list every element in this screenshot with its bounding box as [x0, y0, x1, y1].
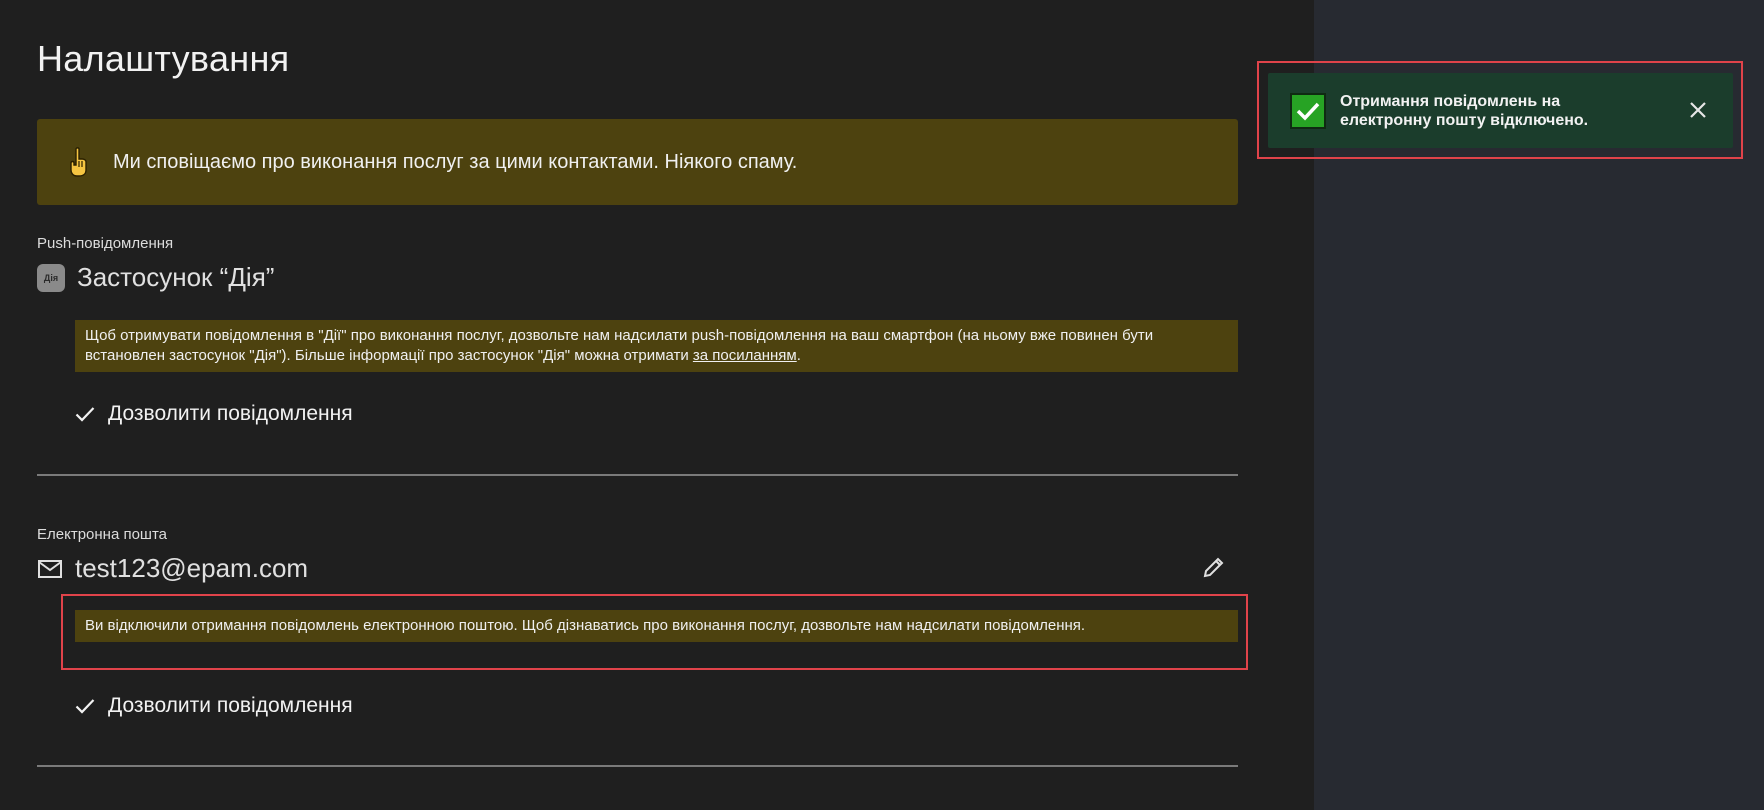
diia-app-icon: Дія [37, 263, 65, 292]
info-banner: Ми сповіщаємо про виконання послуг за ци… [37, 119, 1238, 205]
section-divider [37, 474, 1238, 476]
page-title: Налаштування [37, 38, 290, 79]
toast-message: Отримання повідомлень на електронну пошт… [1340, 92, 1589, 129]
email-section-title: test123@epam.com [37, 553, 308, 584]
push-allow-button[interactable]: Дозволити повідомлення [75, 402, 353, 426]
section-divider [37, 765, 1238, 767]
pointing-hand-icon [70, 147, 87, 177]
diia-app-title: Застосунок “Дія” [77, 262, 275, 292]
check-icon [75, 407, 95, 422]
edit-pencil-icon[interactable] [1201, 554, 1227, 580]
success-check-icon [1290, 92, 1326, 129]
push-section-label: Push-повідомлення [37, 235, 174, 252]
email-note: Ви відключили отримання повідомлень елек… [75, 610, 1238, 642]
push-note-end: . [796, 347, 801, 364]
banner-text: Ми сповіщаємо про виконання послуг за ци… [113, 150, 798, 173]
mail-icon [38, 559, 62, 578]
push-note: Щоб отримувати повідомлення в "Дії" про … [75, 320, 1238, 372]
email-allow-button[interactable]: Дозволити повідомлення [75, 694, 353, 718]
success-toast: Отримання повідомлень на електронну пошт… [1268, 73, 1733, 148]
push-allow-label: Дозволити повідомлення [108, 402, 353, 425]
close-icon[interactable] [1687, 99, 1709, 121]
email-allow-label: Дозволити повідомлення [108, 694, 353, 717]
more-info-link[interactable]: за посиланням [693, 347, 797, 364]
push-note-text: Щоб отримувати повідомлення в "Дії" про … [85, 327, 1154, 364]
email-address: test123@epam.com [75, 553, 309, 583]
check-icon [75, 699, 95, 714]
push-section-title: Дія Застосунок “Дія” [37, 262, 274, 293]
settings-panel: Налаштування Ми сповіщаємо про виконання… [0, 0, 1314, 810]
email-section-label: Електронна пошта [37, 526, 168, 543]
